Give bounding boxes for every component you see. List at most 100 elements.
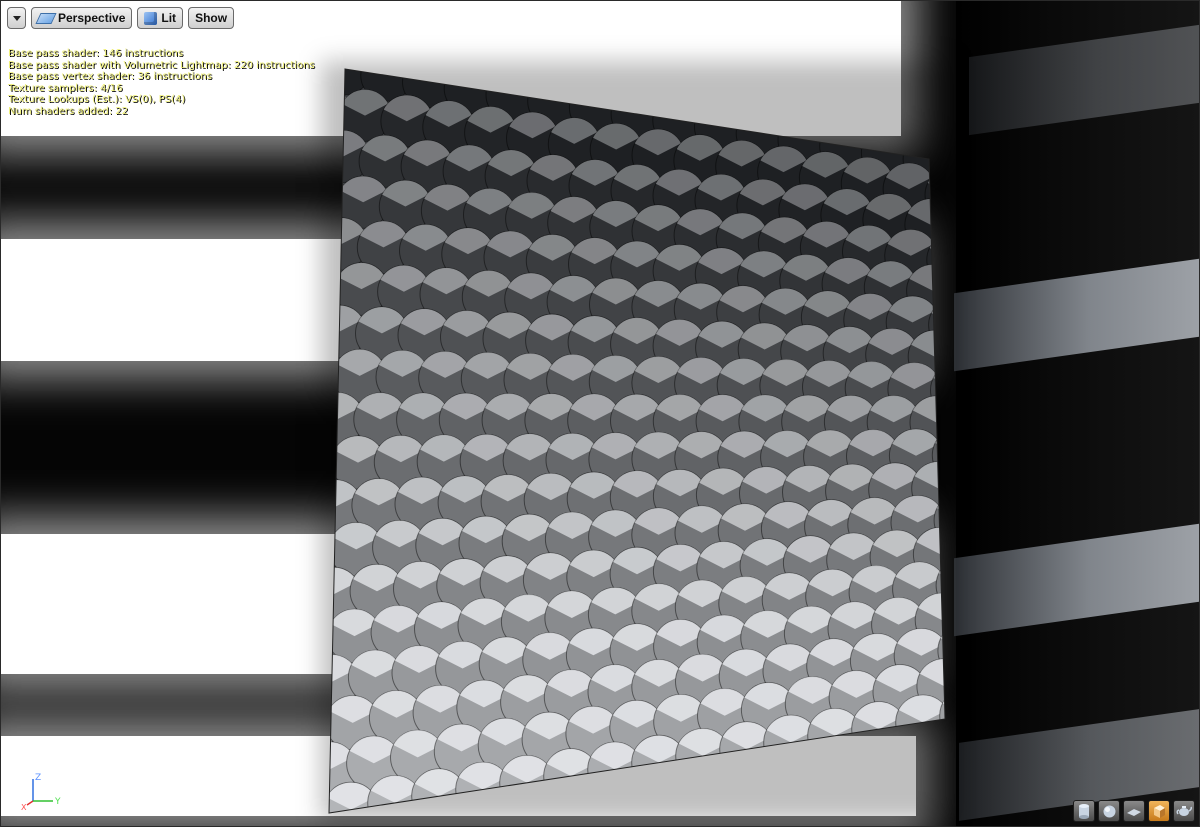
- lit-button[interactable]: Lit: [137, 7, 184, 29]
- scale-cell: [261, 659, 315, 713]
- plane-icon: [1127, 809, 1141, 816]
- scale-highlight: [329, 260, 343, 287]
- scale-highlight: [927, 168, 945, 195]
- axis-gizmo: Z X Y: [21, 773, 61, 811]
- scale-highlight: [363, 69, 410, 76]
- teapot-icon: [1176, 806, 1192, 816]
- scale-highlight: [329, 612, 335, 640]
- preview-sphere-button[interactable]: [1098, 800, 1120, 822]
- stat-texture-lookups: Texture Lookups (Est.): VS(0), PS(4): [8, 94, 186, 105]
- scale-cell: [329, 524, 341, 579]
- scale-cell: [935, 558, 945, 613]
- scale-cell: [924, 168, 945, 222]
- sphere-icon: [1103, 805, 1115, 817]
- preview-plane-button[interactable]: [1123, 800, 1145, 822]
- scale-highlight: [271, 392, 318, 419]
- axis-x-line: [26, 800, 34, 806]
- scale-cell: [329, 788, 335, 813]
- axis-z-label: Z: [35, 773, 41, 783]
- preview-cylinder-button[interactable]: [1073, 800, 1095, 822]
- scale-highlight: [273, 303, 320, 329]
- viewport-options-button[interactable]: [7, 7, 26, 29]
- scale-highlight: [906, 133, 945, 159]
- scale-highlight: [329, 524, 337, 552]
- stat-base-pass-shader: Base pass shader: 146 instructions: [8, 48, 184, 59]
- scale-cell: [329, 700, 337, 756]
- scale-highlight: [329, 172, 345, 199]
- scale-highlight: [739, 107, 786, 134]
- viewport-toolbar: Perspective Lit Show: [7, 7, 235, 29]
- preview-shape-buttons: [1073, 800, 1195, 822]
- scale-cell: [266, 481, 319, 534]
- scale-highlight: [822, 120, 869, 147]
- material-preview-plane: [259, 43, 946, 814]
- scale-highlight: [937, 493, 945, 521]
- scale-cell: [273, 215, 325, 267]
- scale-cell: [329, 347, 345, 402]
- scale-highlight: [276, 214, 323, 240]
- scale-highlight: [322, 43, 368, 69]
- scale-highlight: [488, 69, 535, 95]
- scale-cell: [928, 298, 945, 352]
- scale-highlight: [447, 69, 494, 89]
- scale-highlight: [329, 700, 334, 729]
- scale-cell: [939, 687, 945, 744]
- scale-highlight: [405, 69, 452, 82]
- scale-cell: [329, 259, 346, 314]
- scale-highlight: [935, 428, 945, 456]
- perspective-label: Perspective: [58, 11, 126, 25]
- stat-vertex-shader: Base pass vertex shader: 36 instructions: [8, 71, 212, 82]
- scale-cell: [264, 570, 318, 624]
- shader-stats: Base pass shader: 146 instructions Base …: [8, 48, 315, 117]
- scale-highlight: [864, 126, 911, 153]
- scale-highlight: [329, 789, 332, 813]
- scale-cell: [259, 748, 313, 802]
- cube-icon: [1153, 804, 1165, 818]
- stat-texture-samplers: Texture samplers: 4/16: [8, 82, 123, 94]
- chevron-down-icon: [12, 15, 21, 21]
- scale-cell: [329, 171, 348, 225]
- preview-cube-button[interactable]: [1148, 800, 1170, 822]
- axis-y-label: Y: [54, 797, 61, 807]
- scale-highlight: [931, 298, 945, 325]
- scale-highlight: [929, 233, 945, 260]
- scale-highlight: [278, 126, 324, 152]
- scale-highlight: [530, 75, 577, 102]
- scale-highlight: [614, 88, 660, 114]
- preview-teapot-button[interactable]: [1173, 800, 1195, 822]
- show-button[interactable]: Show: [188, 7, 235, 29]
- scale-cell: [930, 363, 945, 418]
- scale-highlight: [697, 101, 744, 127]
- scale-cell: [329, 612, 339, 668]
- scale-cell: [268, 392, 321, 445]
- scale-cell: [933, 493, 945, 548]
- scale-cell: [329, 436, 343, 491]
- scale-highlight: [262, 748, 311, 775]
- scale-highlight: [269, 481, 317, 508]
- scale-cell: [937, 622, 945, 679]
- scale-highlight: [329, 436, 339, 464]
- scale-highlight: [266, 570, 314, 597]
- scale-highlight: [933, 363, 945, 391]
- scale-highlight: [939, 558, 945, 586]
- lit-label: Lit: [161, 11, 177, 25]
- stat-num-shaders: Num shaders added: 22: [8, 105, 129, 117]
- perspective-icon: [35, 12, 57, 24]
- scale-highlight: [942, 688, 945, 716]
- material-viewport[interactable]: Perspective Lit Show Base pass shader: 1…: [0, 0, 1200, 827]
- show-label: Show: [195, 11, 228, 25]
- scale-cell: [931, 428, 945, 483]
- scale-highlight: [572, 81, 619, 108]
- scale-cell: [275, 126, 327, 178]
- scale-highlight: [655, 94, 702, 121]
- scale-cell: [270, 303, 323, 356]
- lit-cube-icon: [144, 11, 158, 25]
- perspective-button[interactable]: Perspective: [31, 7, 133, 29]
- scale-cell: [926, 233, 945, 287]
- stat-volumetric-lightmap: Base pass shader with Volumetric Lightma…: [8, 59, 315, 71]
- scale-highlight: [329, 348, 341, 375]
- scale-highlight: [940, 623, 945, 651]
- scale-highlight: [264, 659, 312, 686]
- axis-x-label: X: [21, 803, 27, 811]
- cylinder-icon: [1079, 804, 1089, 819]
